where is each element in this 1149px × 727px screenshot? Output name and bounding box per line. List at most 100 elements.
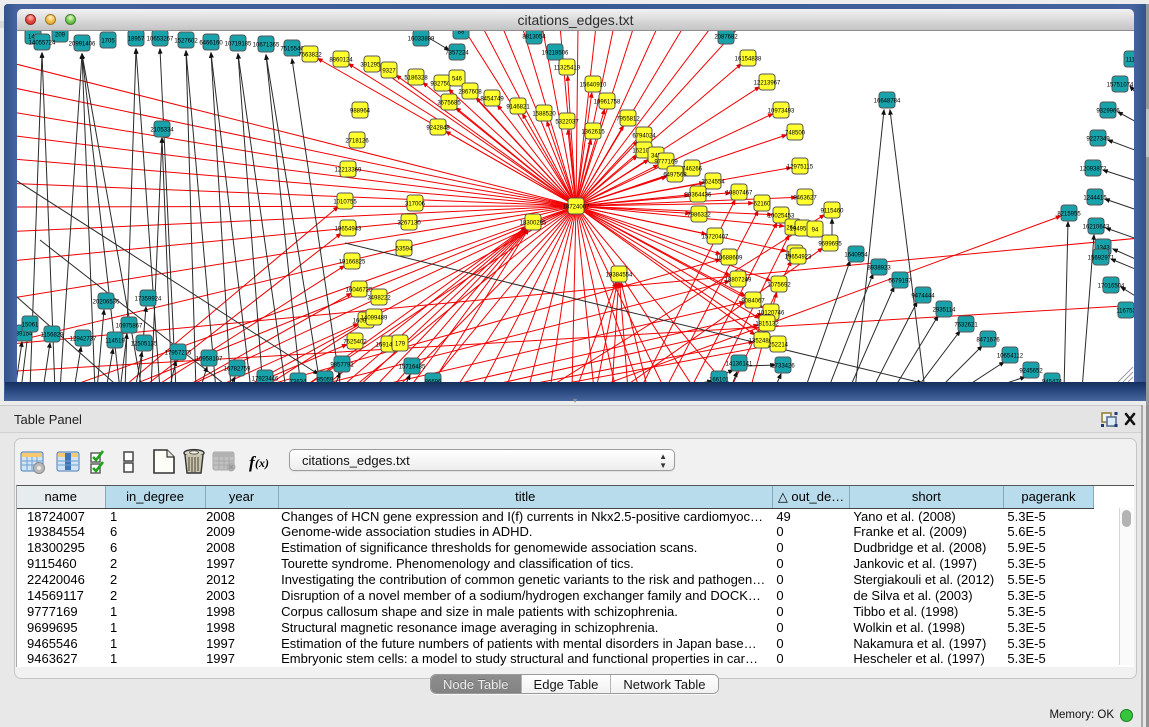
svg-text:6497568: 6497568 <box>663 172 687 178</box>
svg-text:15692971: 15692971 <box>1088 255 1115 261</box>
svg-text:1815132: 1815132 <box>755 321 779 327</box>
svg-text:16046725: 16046725 <box>346 287 373 293</box>
svg-text:10973493: 10973493 <box>768 108 795 114</box>
svg-text:95059: 95059 <box>317 377 334 382</box>
svg-text:62160: 62160 <box>754 201 771 207</box>
svg-text:7986322: 7986322 <box>687 212 711 218</box>
svg-text:16210643: 16210643 <box>1083 224 1110 230</box>
svg-text:179: 179 <box>395 341 406 347</box>
svg-text:86696: 86696 <box>425 379 442 382</box>
svg-text:2935114: 2935114 <box>933 307 957 313</box>
svg-text:15751074: 15751074 <box>1107 82 1134 88</box>
svg-text:17923446: 17923446 <box>252 376 279 382</box>
svg-text:14055724: 14055724 <box>29 40 56 46</box>
svg-text:15061: 15061 <box>22 322 39 328</box>
svg-text:2087682: 2087682 <box>714 34 738 40</box>
svg-text:1244415: 1244415 <box>1083 195 1107 201</box>
svg-text:8454749: 8454749 <box>480 96 504 102</box>
svg-text:3624554: 3624554 <box>701 179 725 185</box>
svg-text:166101: 166101 <box>709 377 730 382</box>
svg-text:988964: 988964 <box>350 108 371 114</box>
svg-text:12942737: 12942737 <box>70 336 97 342</box>
svg-text:16648784: 16648784 <box>874 98 901 104</box>
svg-text:9115460: 9115460 <box>821 208 845 214</box>
svg-text:14099489: 14099489 <box>361 315 388 321</box>
svg-text:8860124: 8860124 <box>329 57 353 63</box>
svg-text:7955812: 7955812 <box>616 116 640 122</box>
svg-text:317006: 317006 <box>405 201 426 207</box>
svg-text:1362615: 1362615 <box>581 129 605 135</box>
svg-text:10958107: 10958107 <box>196 356 223 362</box>
svg-text:15716485: 15716485 <box>399 364 426 370</box>
svg-text:1733426: 1733426 <box>771 363 795 369</box>
svg-text:6794024: 6794024 <box>632 133 656 139</box>
svg-text:17957275: 17957275 <box>165 350 192 356</box>
svg-text:94: 94 <box>812 227 819 233</box>
svg-text:10688609: 10688609 <box>716 255 743 261</box>
svg-text:19384554: 19384554 <box>606 272 633 278</box>
svg-text:209: 209 <box>55 32 66 38</box>
svg-text:(x): (x) <box>255 456 269 470</box>
svg-text:12213967: 12213967 <box>754 80 781 86</box>
svg-text:1640954: 1640954 <box>844 252 868 258</box>
svg-text:20364436: 20364436 <box>685 192 712 198</box>
svg-text:116753: 116753 <box>1116 308 1134 314</box>
svg-text:10807467: 10807467 <box>726 190 753 196</box>
svg-text:1075692: 1075692 <box>767 282 791 288</box>
svg-text:18807249: 18807249 <box>725 277 752 283</box>
svg-text:15720407: 15720407 <box>702 234 729 240</box>
svg-text:9084067: 9084067 <box>741 298 765 304</box>
svg-text:73634: 73634 <box>290 379 307 382</box>
svg-text:9329966: 9329966 <box>1096 108 1120 114</box>
svg-text:2718126: 2718126 <box>345 138 369 144</box>
svg-text:3675685: 3675685 <box>437 100 461 106</box>
svg-text:9245652: 9245652 <box>1019 368 1043 374</box>
svg-text:8215955: 8215955 <box>1057 211 1081 217</box>
svg-text:10653267: 10653267 <box>147 36 174 42</box>
svg-text:8938923: 8938923 <box>867 265 891 271</box>
svg-text:12975115: 12975115 <box>787 164 814 170</box>
svg-text:18957: 18957 <box>128 36 145 42</box>
svg-text:3498222: 3498222 <box>367 295 391 301</box>
svg-text:7663822: 7663822 <box>298 52 322 58</box>
svg-text:10671365: 10671365 <box>253 42 280 48</box>
svg-text:9699695: 9699695 <box>818 241 842 247</box>
svg-text:19654923: 19654923 <box>785 254 812 260</box>
svg-text:1112: 1112 <box>1126 57 1134 63</box>
svg-text:8471676: 8471676 <box>976 337 1000 343</box>
svg-text:9227349: 9227349 <box>1086 136 1110 142</box>
svg-text:10961758: 10961758 <box>594 99 621 105</box>
svg-text:1705: 1705 <box>101 38 115 44</box>
svg-text:12213369: 12213369 <box>335 167 362 173</box>
svg-text:9242848: 9242848 <box>426 125 450 131</box>
svg-text:9146821: 9146821 <box>506 104 530 110</box>
svg-text:17016504: 17016504 <box>1098 283 1125 289</box>
svg-text:1588520: 1588520 <box>532 111 556 117</box>
svg-text:19166825: 19166825 <box>339 259 366 265</box>
svg-text:546: 546 <box>452 76 463 82</box>
svg-text:1527602: 1527602 <box>174 38 198 44</box>
svg-text:16033809: 16033809 <box>408 36 435 42</box>
svg-text:16782759: 16782759 <box>224 366 251 372</box>
svg-text:6679197: 6679197 <box>888 278 912 284</box>
svg-text:88: 88 <box>458 31 465 35</box>
svg-text:14136141: 14136141 <box>726 361 753 367</box>
svg-text:3267130: 3267130 <box>397 220 421 226</box>
svg-text:17359924: 17359924 <box>135 296 162 302</box>
svg-text:8813054: 8813054 <box>522 34 546 40</box>
svg-text:9327: 9327 <box>382 68 396 74</box>
svg-text:10025453: 10025453 <box>768 213 795 219</box>
svg-text:9463627: 9463627 <box>793 195 817 201</box>
svg-text:5186328: 5186328 <box>404 75 428 81</box>
svg-text:1010755: 1010755 <box>333 199 357 205</box>
svg-text:2867608: 2867608 <box>458 89 482 95</box>
svg-text:19654943: 19654943 <box>335 226 362 232</box>
svg-text:18724007: 18724007 <box>563 204 590 210</box>
svg-text:18300295: 18300295 <box>520 220 547 226</box>
svg-text:7625402: 7625402 <box>343 339 367 345</box>
svg-text:2105334: 2105334 <box>150 127 174 133</box>
svg-text:15640910: 15640910 <box>580 82 607 88</box>
svg-text:16154838: 16154838 <box>735 56 762 62</box>
svg-text:12093872: 12093872 <box>1080 166 1107 172</box>
svg-text:12505135: 12505135 <box>131 341 158 347</box>
